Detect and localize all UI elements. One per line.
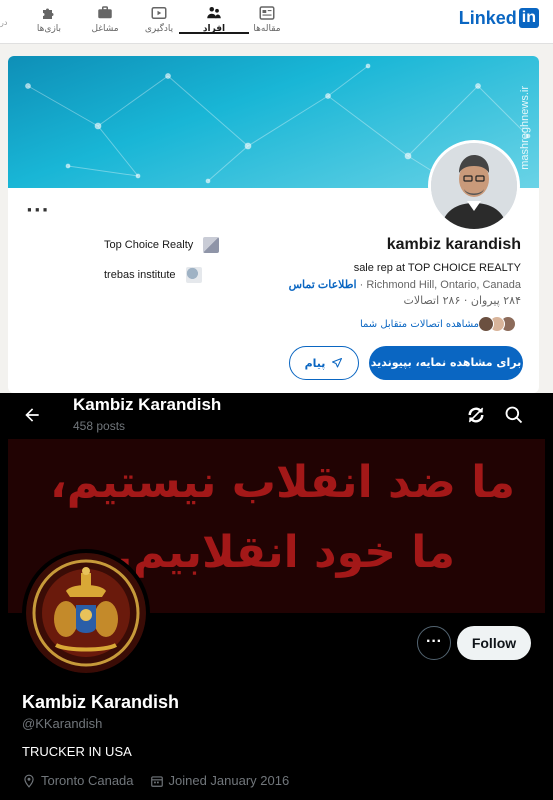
profile-location: Richmond Hill, Ontario, Canada: [366, 279, 521, 291]
profile-bio: TRUCKER IN USA: [22, 744, 132, 759]
school-logo-icon: [185, 267, 202, 283]
join-date-text: Joined January 2016: [168, 773, 290, 788]
posts-count: 458 posts: [73, 419, 126, 433]
follow-button[interactable]: Follow: [457, 626, 531, 660]
profile-location: Toronto Canada: [22, 773, 134, 788]
nav-item-label: مقاله‌ها: [253, 24, 281, 34]
message-label: پیام: [304, 356, 326, 370]
mutual-connections-label: مشاهده اتصالات متقابل شما: [359, 318, 479, 330]
avatar: [478, 316, 494, 332]
experience-label: Top Choice Realty: [104, 239, 194, 251]
profile-name: kambiz karandish: [386, 236, 521, 253]
location-text: Toronto Canada: [41, 773, 134, 788]
puzzle-icon: [43, 8, 54, 19]
more-button[interactable]: ···: [417, 626, 451, 660]
banner-text-line-1: ما ضد انقلاب نیستیم،: [50, 457, 515, 508]
profile-stats: ۲۸۴ پیروان · ۲۸۶ اتصالات: [403, 294, 521, 307]
search-icon[interactable]: [504, 405, 524, 425]
x-header: Kambiz Karandish 458 posts: [0, 393, 553, 439]
person-photo-icon: [431, 143, 517, 229]
profile-handle: @KKarandish: [22, 716, 103, 731]
education-item[interactable]: trebas institute: [104, 267, 202, 283]
article-icon: [259, 6, 275, 20]
profile-headline: sale rep at TOP CHOICE REALTY: [353, 262, 521, 274]
profile-join-date: Joined January 2016: [150, 773, 290, 788]
send-icon: [332, 358, 343, 368]
education-label: trebas institute: [104, 269, 176, 281]
header-display-name: Kambiz Karandish: [73, 395, 222, 414]
nav-item-articles[interactable]: مقاله‌ها: [232, 0, 302, 44]
linkedin-logo[interactable]: Linked in: [459, 7, 539, 29]
linkedin-top-nav: در بازی‌ها مشاغل یادگیری افراد مقاله‌ها …: [0, 0, 553, 44]
more-options-button[interactable]: ···: [26, 200, 50, 221]
people-icon: [207, 7, 221, 19]
message-button[interactable]: پیام: [289, 346, 359, 380]
x-profile-screenshot: Kambiz Karandish 458 posts ما ضد انقلاب …: [0, 393, 553, 800]
location-pin-icon: [24, 774, 34, 788]
profile-avatar[interactable]: [22, 549, 150, 677]
briefcase-icon: [98, 6, 112, 19]
back-arrow-icon[interactable]: [22, 405, 42, 425]
watermark: mashreghnews.ir: [519, 86, 531, 170]
play-icon: [151, 7, 167, 19]
sync-icon[interactable]: [466, 405, 486, 425]
banner-text-line-2: ما خود انقلابیم.: [116, 527, 455, 578]
nav-cut-label: در: [0, 18, 8, 27]
mutual-connections[interactable]: مشاهده اتصالات متقابل شما: [360, 316, 521, 332]
mutual-avatars: [478, 316, 521, 332]
profile-display-name: Kambiz Karandish: [22, 692, 180, 712]
join-to-view-button[interactable]: برای مشاهده نمایه، بپیوندید: [369, 346, 523, 380]
linkedin-screenshot: در بازی‌ها مشاغل یادگیری افراد مقاله‌ها …: [0, 0, 553, 393]
connections-count: ۲۸۶ اتصالات: [403, 294, 461, 307]
lion-and-sun-emblem-icon: [26, 553, 146, 673]
followers-count: ۲۸۴ پیروان: [470, 294, 521, 307]
experience-item[interactable]: Top Choice Realty: [104, 237, 220, 253]
profile-card: mashreghnews.ir ··· kambiz karandish sal…: [8, 56, 539, 393]
company-logo-icon: [203, 237, 220, 253]
calendar-icon: [150, 775, 163, 787]
profile-location-line: Richmond Hill, Ontario, Canada · اطلاعات…: [288, 279, 521, 291]
profile-meta: Toronto Canada Joined January 2016: [22, 773, 289, 788]
contact-info-link[interactable]: اطلاعات تماس: [289, 279, 357, 291]
profile-photo[interactable]: [428, 140, 520, 232]
